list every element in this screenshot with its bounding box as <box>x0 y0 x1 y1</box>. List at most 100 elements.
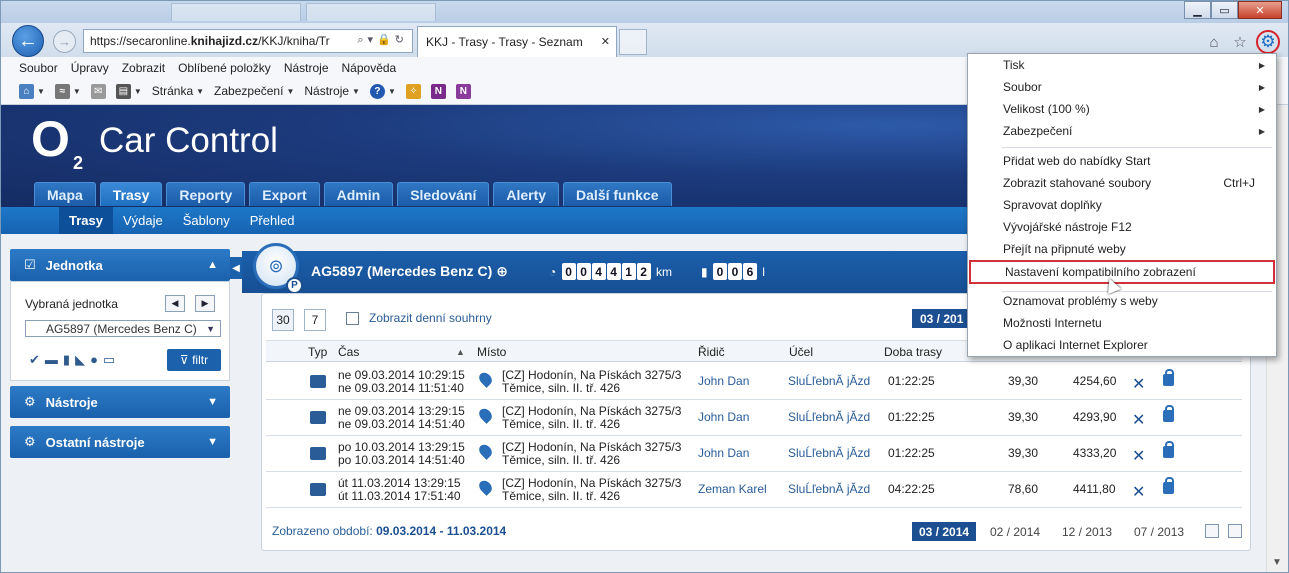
favorites-star-icon[interactable]: ☆ <box>1230 32 1250 52</box>
tools-panel-header[interactable]: ⚙ Nástroje ▼ <box>10 386 230 418</box>
lock-icon[interactable] <box>1163 369 1174 386</box>
tab-alerty[interactable]: Alerty <box>493 182 560 206</box>
forward-arrow-icon[interactable]: → <box>53 30 76 53</box>
table-row[interactable]: út 11.03.2014 13:29:15 út 11.03.2014 17:5… <box>266 472 1242 508</box>
calendar-7-icon[interactable]: 7 <box>304 309 326 331</box>
menu-item-doplnky[interactable]: Spravovat doplňky <box>969 194 1275 216</box>
menu-item-vyvojarske-nastroje[interactable]: Vývojářské nástroje F12 <box>969 216 1275 238</box>
period-badge-top[interactable]: 03 / 201 <box>912 309 972 328</box>
page-command[interactable]: Stránka ▼ <box>152 84 204 98</box>
delete-x-icon[interactable]: ✕ <box>1132 482 1145 502</box>
mail-command[interactable]: ✉ <box>90 83 106 99</box>
period-link-active[interactable]: 03 / 2014 <box>912 522 977 541</box>
menu-soubor[interactable]: Soubor <box>19 61 58 75</box>
period-link[interactable]: 12 / 2013 <box>1055 522 1119 541</box>
trip-driver[interactable]: Zeman Karel <box>698 483 767 496</box>
subtab-trasy[interactable]: Trasy <box>59 207 113 234</box>
menu-napoveda[interactable]: Nápověda <box>342 61 397 75</box>
car-icon[interactable]: ▬ <box>45 352 58 368</box>
onenote-linked-command[interactable]: N <box>455 83 471 99</box>
lock-icon[interactable] <box>1163 441 1174 458</box>
menu-item-zabezpeceni[interactable]: Zabezpečení ▶ <box>969 120 1275 142</box>
clear-filter-icon[interactable] <box>1228 524 1242 538</box>
subtab-prehled[interactable]: Přehled <box>240 207 305 234</box>
crosshair-icon[interactable]: ⊕ <box>496 263 508 279</box>
subtab-vydaje[interactable]: Výdaje <box>113 207 173 234</box>
tab-reporty[interactable]: Reporty <box>166 182 246 206</box>
location-pin-icon[interactable] <box>476 478 495 496</box>
location-pin-icon[interactable] <box>476 406 495 424</box>
period-link[interactable]: 02 / 2014 <box>983 522 1047 541</box>
tab-close-icon[interactable]: ✕ <box>601 35 610 48</box>
menu-item-o-aplikaci[interactable]: O aplikaci Internet Explorer <box>969 334 1275 356</box>
trip-driver[interactable]: John Dan <box>698 375 749 388</box>
menu-item-kompatibilni-zobrazeni[interactable]: Nastavení kompatibilního zobrazení <box>969 260 1275 284</box>
trip-purpose[interactable]: SluĹľebnĂ­ jĂzd <box>788 483 870 496</box>
feeds-command[interactable]: ≈ ▼ <box>54 83 81 99</box>
truck-icon[interactable]: ▮ <box>63 352 70 368</box>
col-doba-trasy[interactable]: Doba trasy <box>884 345 942 359</box>
menu-item-pripnute-weby[interactable]: Přejít na připnuté weby <box>969 238 1275 260</box>
location-pin-icon[interactable] <box>476 442 495 460</box>
tab-trasy[interactable]: Trasy <box>99 182 163 206</box>
address-bar[interactable]: https://secaronline. knihajizd.cz/KKJ/kni… <box>83 29 413 53</box>
col-ucel[interactable]: Účel <box>789 345 813 359</box>
print-command[interactable]: ▤ ▼ <box>115 83 142 99</box>
close-button[interactable]: ✕ <box>1238 1 1282 19</box>
trip-driver[interactable]: John Dan <box>698 411 749 424</box>
addon-command[interactable]: ✧ <box>405 83 421 99</box>
unit-panel-header[interactable]: ☑ Jednotka ▲ <box>10 249 230 281</box>
col-ridic[interactable]: Řidič <box>698 345 725 359</box>
scroll-down-icon[interactable]: ▼ <box>1272 557 1282 568</box>
menu-item-moznosti-internetu[interactable]: Možnosti Internetu <box>969 312 1275 334</box>
other-tools-panel-header[interactable]: ⚙ Ostatní nástroje ▼ <box>10 426 230 458</box>
security-command[interactable]: Zabezpečení ▼ <box>214 84 294 98</box>
period-link[interactable]: 07 / 2013 <box>1127 522 1191 541</box>
next-unit-button[interactable]: ▶ <box>195 295 215 312</box>
tab-mapa[interactable]: Mapa <box>34 182 96 206</box>
delete-x-icon[interactable]: ✕ <box>1132 410 1145 430</box>
tab-dalsi-funkce[interactable]: Další funkce <box>563 182 672 206</box>
menu-upravy[interactable]: Úpravy <box>71 61 109 75</box>
person-icon[interactable]: ● <box>90 352 98 368</box>
trip-purpose[interactable]: SluĹľebnĂ­ jĂzd <box>788 375 870 388</box>
trip-driver[interactable]: John Dan <box>698 447 749 460</box>
subtab-sablony[interactable]: Šablony <box>173 207 240 234</box>
table-row[interactable]: ne 09.03.2014 13:29:15 ne 09.03.2014 14:5… <box>266 400 1242 436</box>
menu-item-stahovane-soubory[interactable]: Zobrazit stahované soubory Ctrl+J <box>969 172 1275 194</box>
daily-summary-checkbox[interactable] <box>346 312 359 325</box>
menu-item-tisk[interactable]: Tisk ▶ <box>969 54 1275 76</box>
trip-purpose[interactable]: SluĹľebnĂ­ jĂzd <box>788 411 870 424</box>
menu-item-pridat-web[interactable]: Přidat web do nabídky Start <box>969 150 1275 172</box>
menu-item-velikost[interactable]: Velikost (100 %) ▶ <box>969 98 1275 120</box>
table-row[interactable]: ne 09.03.2014 10:29:15 ne 09.03.2014 11:5… <box>266 364 1242 400</box>
trailer-icon[interactable]: ▭ <box>103 352 115 368</box>
excavator-icon[interactable]: ◣ <box>75 352 85 368</box>
delete-x-icon[interactable]: ✕ <box>1132 374 1145 394</box>
onenote-command[interactable]: N <box>430 83 446 99</box>
tools-command[interactable]: Nástroje ▼ <box>304 84 360 98</box>
location-pin-icon[interactable] <box>476 370 495 388</box>
sort-up-icon[interactable]: ▲ <box>456 347 465 357</box>
new-tab-button[interactable] <box>619 29 647 55</box>
lock-icon[interactable] <box>1163 405 1174 422</box>
trip-purpose[interactable]: SluĹľebnĂ­ jĂzd <box>788 447 870 460</box>
col-misto[interactable]: Místo <box>477 345 506 359</box>
menu-item-oznamovat-problemy[interactable]: Oznamovat problémy s weby <box>969 290 1275 312</box>
home-command[interactable]: ⌂ ▼ <box>19 83 45 99</box>
menu-nastroje[interactable]: Nástroje <box>284 61 329 75</box>
tab-sledovani[interactable]: Sledování <box>397 182 490 206</box>
tab-admin[interactable]: Admin <box>323 182 394 206</box>
home-icon[interactable]: ⌂ <box>1204 32 1224 52</box>
prev-unit-button[interactable]: ◀ <box>165 295 185 312</box>
menu-zobrazit[interactable]: Zobrazit <box>122 61 165 75</box>
tab-active[interactable]: KKJ - Trasy - Trasy - Seznam ✕ <box>417 26 617 57</box>
maximize-button[interactable]: ▭ <box>1211 1 1238 19</box>
minimize-button[interactable]: ▁ <box>1184 1 1211 19</box>
unit-select[interactable]: AG5897 (Mercedes Benz C) ▼ <box>25 320 221 337</box>
menu-item-soubor[interactable]: Soubor ▶ <box>969 76 1275 98</box>
delete-x-icon[interactable]: ✕ <box>1132 446 1145 466</box>
gear-icon[interactable]: ⚙ <box>1256 30 1280 54</box>
tab-export[interactable]: Export <box>249 182 320 206</box>
check-icon[interactable]: ✔ <box>29 352 40 368</box>
